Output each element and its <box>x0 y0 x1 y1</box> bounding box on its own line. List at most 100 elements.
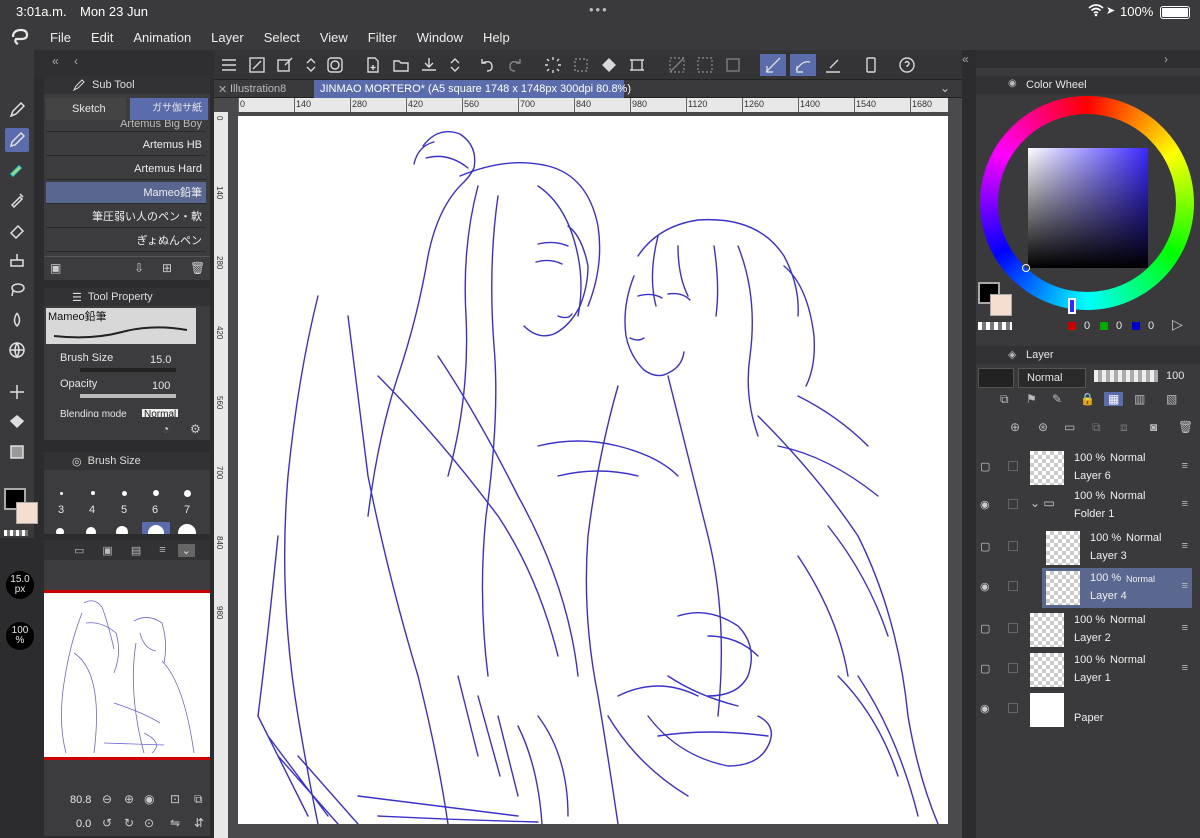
hamburger-menu-icon[interactable] <box>218 54 240 76</box>
dropdown-icon[interactable]: ⌄ <box>177 543 195 557</box>
bucket-icon[interactable] <box>5 410 29 434</box>
blue-value[interactable]: 0 <box>1148 320 1154 332</box>
lock-transparency-icon[interactable]: ▦ <box>1104 392 1124 406</box>
expand-selection-icon[interactable] <box>722 54 744 76</box>
transparent-swatch[interactable] <box>4 530 28 536</box>
sparkle-icon[interactable] <box>5 380 29 404</box>
import-icon[interactable]: ⇩ <box>134 261 144 275</box>
color-picker-cursor[interactable] <box>1022 264 1030 272</box>
new-vector-layer-icon[interactable]: ⊛ <box>1038 420 1048 434</box>
layer-row[interactable]: 100 % Normal Layer 2 ≡ <box>1026 610 1192 650</box>
brush-preview[interactable]: Mameo鉛筆 <box>46 308 196 344</box>
folder-icon[interactable]: ⌄ ▭ <box>1030 496 1055 510</box>
opacity-value[interactable]: 100 <box>152 380 170 392</box>
clear-selection-icon[interactable] <box>666 54 688 76</box>
drawing-canvas[interactable] <box>238 116 948 825</box>
brush-item-mameo[interactable]: Mameo鉛筆 <box>46 182 206 204</box>
trash-icon[interactable]: 🗑 <box>190 261 205 275</box>
brush-item-artemus-hb[interactable]: Artemus HB <box>46 134 206 156</box>
sub-color-chip[interactable] <box>990 294 1012 316</box>
layer-edit-toggle[interactable] <box>1008 581 1018 591</box>
visibility-eye-icon[interactable]: ◉ <box>980 702 996 715</box>
layer-blend-mode-select[interactable]: Normal <box>1018 368 1086 388</box>
layer-opacity-value[interactable]: 100 <box>1166 370 1184 382</box>
collapse-left-icon[interactable]: « <box>52 54 59 68</box>
visibility-eye-icon[interactable]: ◉ <box>980 580 996 593</box>
reset-rotation-icon[interactable]: ⊙ <box>144 816 154 830</box>
info-tab-icon[interactable]: ▤ <box>131 544 141 557</box>
pencil-icon[interactable] <box>5 128 29 152</box>
menu-select[interactable]: Select <box>254 30 310 45</box>
expand-left-icon[interactable]: ‹ <box>74 54 78 68</box>
tab-custom[interactable]: ガサ伽サ紙 <box>130 98 208 120</box>
brush-item-soft-pen[interactable]: 筆圧弱い人のペン・軟 <box>46 206 206 228</box>
reference-icon[interactable]: ⚑ <box>1026 392 1037 406</box>
brush-item-artemus-big-boy[interactable]: Artemus Big Boy <box>46 120 206 132</box>
sub-color-swatch[interactable] <box>16 502 38 524</box>
size-option[interactable]: 3 <box>58 504 64 516</box>
mask-add-icon[interactable]: ◙ <box>1150 420 1157 434</box>
rotate-right-icon[interactable]: ↻ <box>124 816 134 830</box>
size-option[interactable]: 7 <box>184 504 190 516</box>
subtool-settings-icon[interactable]: ▣ <box>50 261 61 275</box>
multitask-dots[interactable]: ••• <box>589 2 609 17</box>
special-ruler-snap-icon[interactable] <box>790 54 816 76</box>
visibility-eye-icon[interactable]: ◉ <box>980 498 996 511</box>
duplicate-icon[interactable]: ⊞ <box>162 261 172 275</box>
brush-size-slider[interactable] <box>80 368 176 372</box>
size-option[interactable]: 5 <box>121 504 127 516</box>
new-file-icon[interactable] <box>362 54 384 76</box>
visibility-off-icon[interactable]: ▢ <box>980 622 996 635</box>
rotate-view-icon[interactable] <box>274 54 296 76</box>
flip-vertical-icon[interactable]: ⇵ <box>194 816 204 830</box>
hue-handle[interactable] <box>1068 298 1076 314</box>
device-icon[interactable] <box>860 54 882 76</box>
fill-icon[interactable] <box>598 54 620 76</box>
merge-down-icon[interactable]: ⧉ <box>1092 420 1101 435</box>
expand-right-icon[interactable]: › <box>1164 52 1168 66</box>
up-down-icon[interactable] <box>300 54 322 76</box>
fit-navigator-icon[interactable]: ⊡ <box>170 792 180 806</box>
layer-color-toggle[interactable] <box>978 368 1014 388</box>
layer-row[interactable]: Paper <box>1026 690 1192 730</box>
fit-screen-icon[interactable] <box>246 54 268 76</box>
clipping-icon[interactable]: ⧉ <box>1000 392 1009 407</box>
menu-layer[interactable]: Layer <box>201 30 254 45</box>
tab-sketch[interactable]: Sketch <box>46 98 126 120</box>
app-logo-icon[interactable] <box>0 28 40 46</box>
mask-icon[interactable]: ▥ <box>1134 392 1145 406</box>
reset-icon[interactable]: ◔ <box>162 422 169 436</box>
opacity-slider[interactable] <box>80 394 176 398</box>
layer-opacity-slider[interactable] <box>1094 370 1158 382</box>
zoom-value[interactable]: 80.8 <box>70 794 91 806</box>
wrench-icon[interactable]: ⚙ <box>190 422 201 436</box>
layer-edit-toggle[interactable] <box>1008 703 1018 713</box>
visibility-off-icon[interactable]: ▢ <box>980 460 996 473</box>
lock-icon[interactable]: 🔒 <box>1080 392 1095 406</box>
ruler-snap-icon[interactable] <box>760 54 786 76</box>
layer-drag-handle-icon[interactable]: ≡ <box>1182 662 1188 674</box>
lasso-select-icon[interactable] <box>5 278 29 302</box>
layer-edit-toggle[interactable] <box>1008 461 1018 471</box>
layer-drag-handle-icon[interactable]: ≡ <box>1182 580 1188 592</box>
navigator-tab-icon[interactable]: ▭ <box>74 544 84 557</box>
layer-drag-handle-icon[interactable]: ≡ <box>1182 460 1188 472</box>
actual-size-icon[interactable]: ◉ <box>144 792 154 806</box>
open-folder-icon[interactable] <box>390 54 412 76</box>
delete-layer-icon[interactable]: 🗑 <box>1178 420 1193 434</box>
layer-edit-toggle[interactable] <box>1008 623 1018 633</box>
up-down-icon-2[interactable] <box>444 54 466 76</box>
gradient-icon[interactable] <box>5 440 29 464</box>
saturation-value-square[interactable] <box>1028 148 1148 268</box>
visibility-off-icon[interactable]: ▢ <box>980 540 996 553</box>
layer-edit-toggle[interactable] <box>1008 663 1018 673</box>
brush-item-gyonun[interactable]: ぎょぬんペン <box>46 230 206 252</box>
brush-item-artemus-hard[interactable]: Artemus Hard <box>46 158 206 180</box>
rotate-left-icon[interactable]: ↺ <box>102 816 112 830</box>
layer-edit-toggle[interactable] <box>1008 541 1018 551</box>
menu-window[interactable]: Window <box>407 30 473 45</box>
grid-snap-icon[interactable] <box>822 54 844 76</box>
select-all-icon[interactable] <box>570 54 592 76</box>
combine-icon[interactable]: ⧈ <box>1120 420 1128 435</box>
opacity-indicator[interactable]: 100 % <box>6 622 34 650</box>
